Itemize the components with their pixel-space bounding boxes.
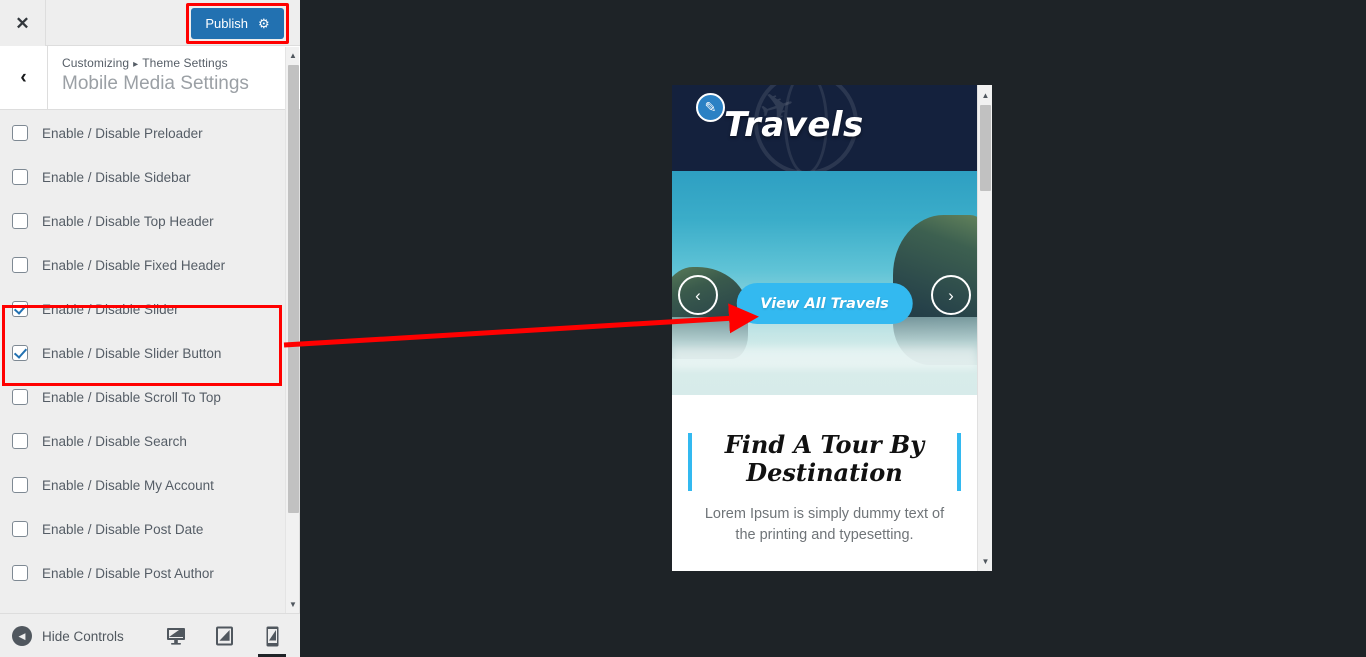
control-row[interactable]: Enable / Disable Slider Button [0, 331, 286, 375]
control-row[interactable]: Enable / Disable Fixed Header [0, 243, 286, 287]
preview-tablet-button[interactable] [210, 615, 238, 657]
control-label: Enable / Disable Slider Button [42, 345, 222, 361]
control-row[interactable]: Enable / Disable Sidebar [0, 155, 286, 199]
control-row[interactable]: Enable / Disable My Account [0, 463, 286, 507]
slider-prev-icon[interactable]: ‹ [678, 275, 718, 315]
publish-label: Publish [205, 16, 248, 31]
tour-title-line1: Find A Tour By [724, 430, 925, 459]
preview-area: ✈ ✎ Travels ‹ View All Travels › Find A … [301, 0, 1366, 657]
checkbox-unchecked[interactable] [12, 169, 28, 185]
hide-controls-label: Hide Controls [42, 628, 124, 644]
edit-pencil-icon[interactable]: ✎ [696, 93, 725, 122]
checkbox-unchecked[interactable] [12, 565, 28, 581]
control-row[interactable]: Enable / Disable Post Date [0, 507, 286, 551]
checkbox-unchecked[interactable] [12, 389, 28, 405]
checkbox-unchecked[interactable] [12, 213, 28, 229]
control-label: Enable / Disable My Account [42, 477, 214, 493]
hide-controls-button[interactable]: ◀ Hide Controls [12, 614, 124, 657]
collapse-icon: ◀ [12, 626, 32, 646]
close-icon: ✕ [15, 13, 30, 33]
gear-icon[interactable]: ⚙ [258, 17, 270, 30]
panel-titles: Customizing ▸ Theme Settings Mobile Media … [62, 56, 249, 95]
checkbox-unchecked[interactable] [12, 433, 28, 449]
site-header: ✈ ✎ Travels [672, 85, 977, 171]
preview-scrollbar[interactable]: ▲ ▼ [977, 85, 992, 571]
previewed-site: ✈ ✎ Travels ‹ View All Travels › Find A … [672, 85, 977, 571]
breadcrumb-separator-icon: ▸ [133, 59, 139, 70]
breadcrumb-root[interactable]: Customizing [62, 56, 129, 70]
control-label: Enable / Disable Post Author [42, 565, 214, 581]
checkbox-checked[interactable] [12, 301, 28, 317]
foam-decoration [672, 347, 977, 369]
find-a-tour-section: Find A Tour By Destination Lorem Ipsum i… [672, 395, 977, 548]
site-logo[interactable]: Travels [724, 105, 864, 145]
tour-section-description: Lorem Ipsum is simply dummy text of the … [704, 505, 945, 544]
checkbox-unchecked[interactable] [12, 477, 28, 493]
control-row[interactable]: Enable / Disable Search [0, 419, 286, 463]
checkbox-unchecked[interactable] [12, 521, 28, 537]
page-title: Mobile Media Settings [62, 73, 249, 94]
chevron-left-icon: ‹ [20, 67, 27, 88]
control-label: Enable / Disable Top Header [42, 213, 214, 229]
breadcrumb-parent[interactable]: Theme Settings [142, 56, 227, 70]
breadcrumb: Customizing ▸ Theme Settings [62, 56, 249, 70]
publish-highlight-annotation: Publish ⚙ [186, 3, 289, 44]
tour-title-wrapper: Find A Tour By Destination [688, 430, 961, 491]
control-label: Enable / Disable Scroll To Top [42, 389, 221, 405]
control-label: Enable / Disable Fixed Header [42, 257, 226, 273]
customizer-header: ✕ Publish ⚙ [0, 0, 300, 46]
tour-title-line2: Destination [746, 458, 903, 488]
checkbox-unchecked[interactable] [12, 257, 28, 273]
scroll-up-icon[interactable]: ▲ [286, 47, 300, 64]
control-row[interactable]: Enable / Disable Top Header [0, 199, 286, 243]
mobile-preview-frame: ✈ ✎ Travels ‹ View All Travels › Find A … [672, 85, 992, 571]
publish-button[interactable]: Publish ⚙ [191, 8, 284, 39]
hero-slider: ‹ View All Travels › [672, 171, 977, 395]
device-preview-buttons [162, 614, 286, 657]
view-all-travels-button[interactable]: View All Travels [736, 283, 913, 324]
control-label: Enable / Disable Preloader [42, 125, 203, 141]
control-label: Enable / Disable Sidebar [42, 169, 191, 185]
preview-scrollbar-thumb[interactable] [980, 105, 991, 191]
preview-desktop-button[interactable] [162, 615, 190, 657]
controls-list: Enable / Disable Preloader Enable / Disab… [0, 111, 286, 613]
sidebar-scrollbar-thumb[interactable] [288, 65, 299, 513]
control-row[interactable]: Enable / Disable Scroll To Top [0, 375, 286, 419]
preview-scroll-up-icon[interactable]: ▲ [978, 87, 992, 103]
control-label: Enable / Disable Slider [42, 301, 179, 317]
customizer-sidebar: ✕ Publish ⚙ ‹ Customizing ▸ Theme Settings… [0, 0, 300, 657]
preview-scroll-down-icon[interactable]: ▼ [978, 553, 992, 569]
close-customizer-button[interactable]: ✕ [0, 0, 46, 46]
customizer-footer: ◀ Hide Controls [0, 613, 300, 657]
checkbox-unchecked[interactable] [12, 125, 28, 141]
sidebar-scrollbar[interactable]: ▲ ▼ [285, 47, 299, 613]
customizer-screen: ✕ Publish ⚙ ‹ Customizing ▸ Theme Settings… [0, 0, 1366, 657]
tour-section-title: Find A Tour By Destination [710, 430, 939, 488]
control-label: Enable / Disable Post Date [42, 521, 204, 537]
scroll-down-icon[interactable]: ▼ [286, 596, 300, 613]
preview-mobile-button[interactable] [258, 615, 286, 657]
panel-header: ‹ Customizing ▸ Theme Settings Mobile Medi… [0, 46, 300, 110]
checkbox-checked[interactable] [12, 345, 28, 361]
slider-next-icon[interactable]: › [931, 275, 971, 315]
control-label: Enable / Disable Search [42, 433, 187, 449]
control-row[interactable]: Enable / Disable Preloader [0, 111, 286, 155]
control-row[interactable]: Enable / Disable Slider [0, 287, 286, 331]
control-row[interactable]: Enable / Disable Post Author [0, 551, 286, 595]
back-button[interactable]: ‹ [0, 46, 48, 109]
